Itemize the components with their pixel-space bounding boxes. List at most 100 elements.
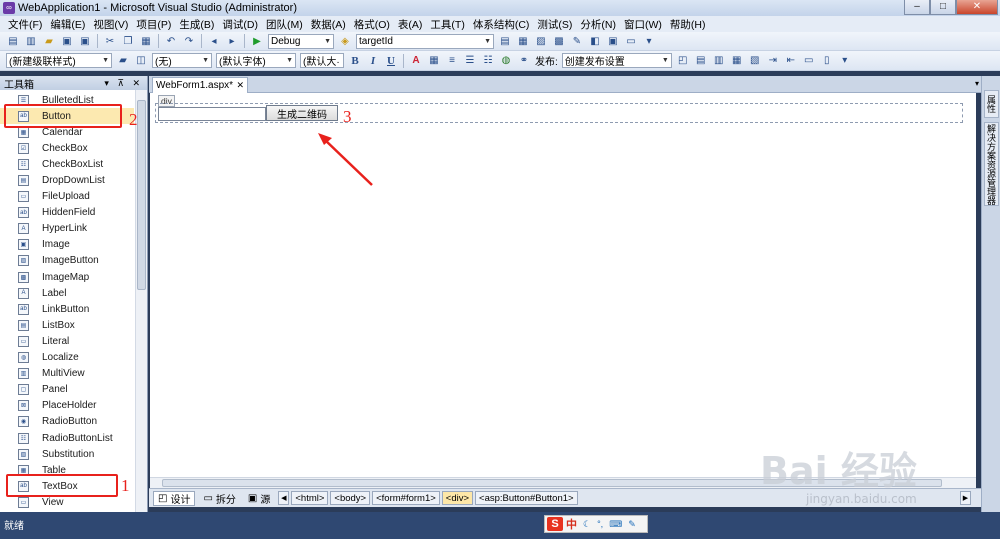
solution-configuration-dropdown[interactable]: Debug ▼ <box>268 33 334 49</box>
toolbox-item[interactable]: ☷ CheckBoxList <box>0 156 134 172</box>
underline-button[interactable]: U <box>384 54 398 67</box>
align-lefts-icon[interactable]: ▥ <box>712 54 726 67</box>
menu-item-3[interactable]: 项目(P) <box>132 17 175 32</box>
textbox-control[interactable] <box>158 107 266 121</box>
tab-webform1[interactable]: WebForm1.aspx* ✕ <box>152 77 248 93</box>
font-name-dropdown[interactable]: (默认字体) ▼ <box>216 53 296 68</box>
toolbar-options-icon[interactable]: ▾ <box>642 35 656 48</box>
menu-item-10[interactable]: 工具(T) <box>426 17 468 32</box>
command-window-icon[interactable]: ▭ <box>624 35 638 48</box>
toolbox-scrollbar[interactable] <box>135 90 147 512</box>
extension-manager-icon[interactable]: ◧ <box>588 35 602 48</box>
layout-icon[interactable]: ▤ <box>694 54 708 67</box>
ime-mode-label[interactable]: 中 <box>566 516 577 532</box>
menu-item-8[interactable]: 格式(O) <box>350 17 394 32</box>
menu-item-14[interactable]: 窗口(W) <box>620 17 666 32</box>
numbered-list-icon[interactable]: ☰ <box>463 54 477 67</box>
italic-button[interactable]: I <box>366 54 380 67</box>
properties-window-icon[interactable]: ▦ <box>516 35 530 48</box>
menu-item-4[interactable]: 生成(B) <box>175 17 218 32</box>
toolbox-item[interactable]: ▭ FileUpload <box>0 189 134 205</box>
toolbox-item[interactable]: ◍ Localize <box>0 350 134 366</box>
save-icon[interactable]: ▣ <box>60 35 74 48</box>
menu-item-11[interactable]: 体系结构(C) <box>469 17 534 32</box>
crumb-right-icon[interactable]: ▶ <box>960 491 971 505</box>
toolbox-item[interactable]: ☑ CheckBox <box>0 140 134 156</box>
menu-item-0[interactable]: 文件(F) <box>4 17 46 32</box>
foreground-color-icon[interactable]: A <box>409 54 423 67</box>
align-centers-icon[interactable]: ▦ <box>730 54 744 67</box>
bulleted-list-icon[interactable]: ☷ <box>481 54 495 67</box>
navigate-forward-icon[interactable]: ▸ <box>225 35 239 48</box>
toolbox-item[interactable]: ▭ Literal <box>0 333 134 349</box>
solution-explorer-rail-tab[interactable]: 解决方案资源管理器 <box>984 122 999 206</box>
panel-pin-icons[interactable]: ▾ ⊼ ✕ <box>104 78 147 89</box>
menu-item-2[interactable]: 视图(V) <box>89 17 132 32</box>
maximize-button[interactable]: □ <box>930 0 956 15</box>
toolbox-window-icon[interactable]: ▩ <box>552 35 566 48</box>
toolbox-item[interactable]: ab LinkButton <box>0 301 134 317</box>
sogou-ime-icon[interactable]: S <box>547 517 563 531</box>
toolbox-item[interactable]: A Label <box>0 285 134 301</box>
start-page-icon[interactable]: ▣ <box>606 35 620 48</box>
style-application-icon[interactable]: ◫ <box>134 54 148 67</box>
toolbox-item[interactable]: ▥ MultiView <box>0 366 134 382</box>
breadcrumb-tag[interactable]: <body> <box>330 491 371 505</box>
toolbox-item[interactable]: ☷ RadioButtonList <box>0 430 134 446</box>
outdent-icon[interactable]: ⇤ <box>784 54 798 67</box>
punctuation-icon[interactable]: °, <box>597 519 603 529</box>
breadcrumb-tag[interactable]: <form#form1> <box>372 491 440 505</box>
menu-item-9[interactable]: 表(A) <box>394 17 427 32</box>
breadcrumb-tag[interactable]: <div> <box>441 491 474 505</box>
find-in-files-icon[interactable]: ◈ <box>338 35 352 48</box>
breadcrumb-tag[interactable]: <asp:Button#Button1> <box>475 491 578 505</box>
menu-item-6[interactable]: 团队(M) <box>262 17 307 32</box>
design-view-button[interactable]: ◰ 设计 <box>153 490 196 506</box>
font-size-dropdown[interactable]: (默认大·▼ <box>300 53 344 68</box>
toolbox-item[interactable]: ▣ Image <box>0 237 134 253</box>
open-folder-icon[interactable]: ▰ <box>42 35 56 48</box>
publish-setting-dropdown[interactable]: 创建发布设置 ▼ <box>561 53 672 68</box>
block-format-dropdown[interactable]: (无) ▼ <box>152 53 212 68</box>
design-surface[interactable]: div 生成二维码 3 <box>150 93 976 477</box>
publish-web-icon[interactable]: ◰ <box>676 54 690 67</box>
position-icon[interactable]: ▯ <box>820 54 834 67</box>
menu-item-1[interactable]: 编辑(E) <box>46 17 89 32</box>
minimize-button[interactable]: – <box>904 0 930 15</box>
new-project-icon[interactable]: ▤ <box>6 35 20 48</box>
close-button[interactable]: ✕ <box>956 0 998 15</box>
bold-button[interactable]: B <box>348 54 362 67</box>
layer-icon[interactable]: ▭ <box>802 54 816 67</box>
toolbar-options-icon[interactable]: ▾ <box>838 54 852 67</box>
toolbox-item[interactable]: ▩ ImageMap <box>0 269 134 285</box>
toolbox-item[interactable]: ▨ ImageButton <box>0 253 134 269</box>
properties-rail-tab[interactable]: 属性 <box>984 90 999 118</box>
hyperlink-icon[interactable]: ⚭ <box>517 54 531 67</box>
source-view-button[interactable]: ▣ 源 <box>244 491 274 506</box>
align-icon[interactable]: ≡ <box>445 54 459 67</box>
toolbox-item[interactable]: ⊠ PlaceHolder <box>0 398 134 414</box>
copy-icon[interactable]: ❐ <box>121 35 135 48</box>
paste-icon[interactable]: ▦ <box>139 35 153 48</box>
indent-icon[interactable]: ⇥ <box>766 54 780 67</box>
keyboard-icon[interactable]: ⌨ <box>609 519 622 530</box>
scrollbar-thumb[interactable] <box>137 100 146 290</box>
generate-qrcode-button[interactable]: 生成二维码 <box>266 105 338 121</box>
toolbox-item[interactable]: ab HiddenField <box>0 205 134 221</box>
undo-icon[interactable]: ↶ <box>164 35 178 48</box>
object-browser-icon[interactable]: ▨ <box>534 35 548 48</box>
menu-item-15[interactable]: 帮助(H) <box>666 17 710 32</box>
toolbox-item[interactable]: ▧ Substitution <box>0 446 134 462</box>
menu-item-7[interactable]: 数据(A) <box>307 17 350 32</box>
split-view-button[interactable]: ▭ 拆分 <box>199 491 239 506</box>
tab-dropdown-icon[interactable]: ▾ <box>975 79 979 88</box>
target-rule-dropdown[interactable]: (新建级联样式) ▼ <box>6 53 112 68</box>
apply-style-icon[interactable]: ▰ <box>116 54 130 67</box>
globe-icon[interactable]: ◍ <box>499 54 513 67</box>
breadcrumb-tag[interactable]: <html> <box>291 491 329 505</box>
find-combo[interactable]: targetId ▼ <box>356 33 494 49</box>
moon-icon[interactable]: ☾ <box>583 519 591 530</box>
crumb-left-icon[interactable]: ◀ <box>278 491 290 505</box>
add-item-icon[interactable]: ▥ <box>24 35 38 48</box>
cut-icon[interactable]: ✂ <box>103 35 117 48</box>
